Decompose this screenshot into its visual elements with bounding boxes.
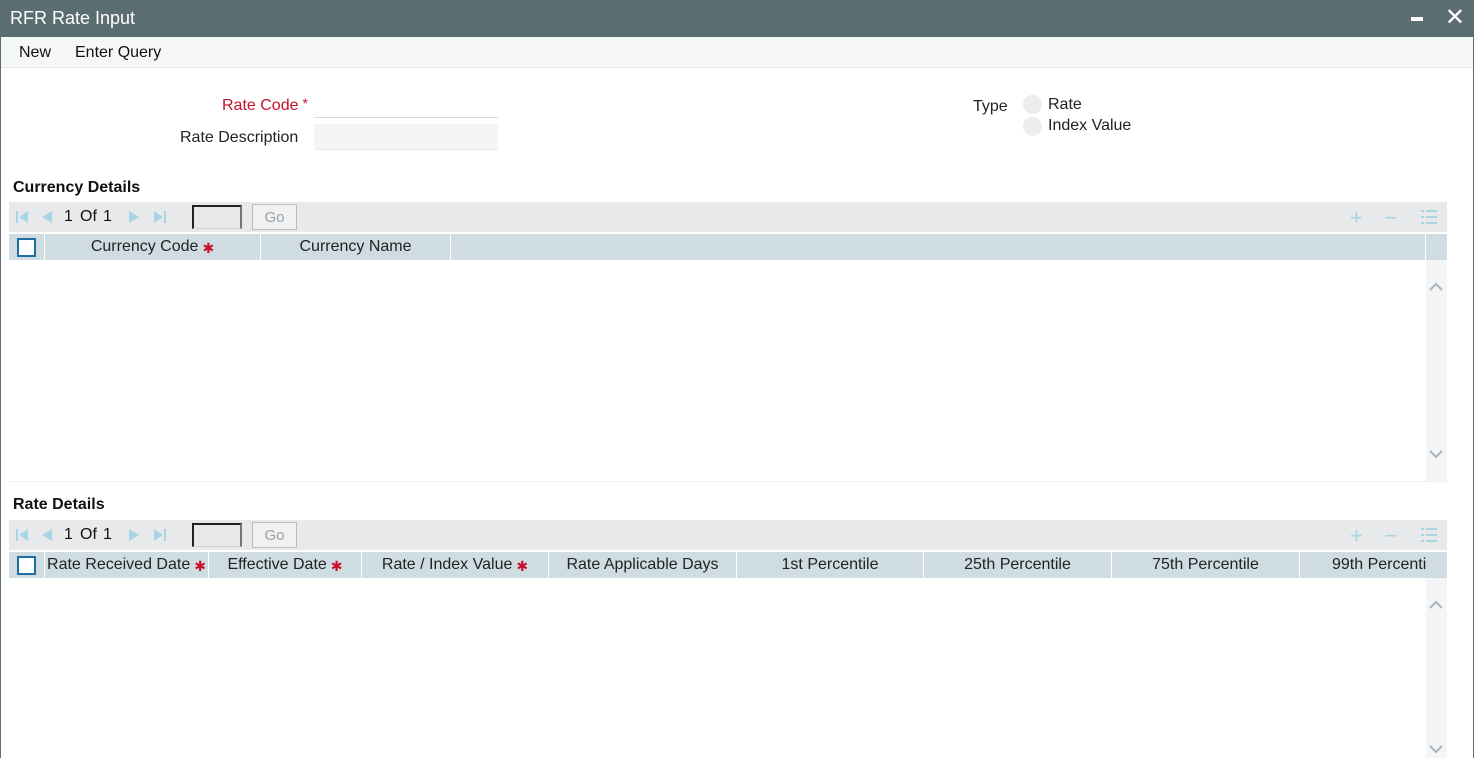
required-mark: ✱ (202, 239, 215, 256)
rate-code-input[interactable] (314, 92, 498, 118)
next-page-icon[interactable] (127, 528, 141, 542)
rate-code-label: Rate Code * (222, 95, 308, 114)
total-pages: 1 (103, 208, 112, 225)
rate-description-label: Rate Description (180, 129, 299, 146)
last-page-icon[interactable] (153, 528, 167, 542)
scroll-up-icon[interactable] (1429, 280, 1443, 294)
scrollbar[interactable] (1426, 260, 1447, 481)
enter-query-button[interactable]: Enter Query (75, 44, 161, 62)
page-number-input[interactable] (192, 523, 242, 547)
column-header[interactable]: Currency Name (261, 234, 451, 260)
add-row-icon[interactable]: + (1350, 205, 1363, 231)
rfr-rate-input-window: RFR Rate Input ✕ New Enter Query Rate Co… (0, 0, 1474, 758)
rate-grid-header: Rate Received Date ✱ Effective Date ✱ Rate… (9, 552, 1447, 578)
currency-details-title: Currency Details (13, 179, 141, 196)
close-icon[interactable]: ✕ (1445, 4, 1465, 32)
column-header[interactable]: Rate / Index Value ✱ (362, 552, 549, 578)
new-button[interactable]: New (19, 44, 51, 62)
previous-page-icon[interactable] (40, 528, 54, 542)
current-page: 1 (64, 526, 73, 543)
select-all-cell (9, 234, 45, 260)
first-page-icon[interactable] (15, 210, 29, 224)
previous-page-icon[interactable] (40, 210, 54, 224)
currency-grid-header: Currency Code ✱ Currency Name (9, 234, 1447, 260)
rate-details-title: Rate Details (13, 496, 105, 513)
window-title: RFR Rate Input (10, 8, 136, 28)
column-header[interactable]: 25th Percentile (924, 552, 1112, 578)
first-page-icon[interactable] (15, 528, 29, 542)
column-header[interactable]: 1st Percentile (737, 552, 924, 578)
next-page-icon[interactable] (127, 210, 141, 224)
currency-grid-body (9, 260, 1447, 482)
add-row-icon[interactable]: + (1350, 523, 1363, 549)
total-pages: 1 (103, 526, 112, 543)
select-all-cell (9, 552, 45, 578)
delete-row-icon[interactable]: − (1384, 523, 1397, 549)
column-header[interactable]: Rate Received Date ✱ (45, 552, 209, 578)
minimize-icon[interactable] (1411, 17, 1423, 21)
go-button[interactable]: Go (252, 522, 297, 548)
delete-row-icon[interactable]: − (1384, 205, 1397, 231)
title-bar: RFR Rate Input ✕ (1, 0, 1473, 37)
column-header[interactable]: 75th Percentile (1112, 552, 1300, 578)
list-view-icon[interactable] (1421, 209, 1437, 225)
type-index-value-radio[interactable] (1023, 117, 1042, 136)
rate-grid-body (9, 578, 1447, 758)
last-page-icon[interactable] (153, 210, 167, 224)
current-page: 1 (64, 208, 73, 225)
scroll-down-icon[interactable] (1429, 742, 1443, 756)
select-all-checkbox[interactable] (17, 238, 36, 257)
rate-pager: 1 Of 1 Go + − (9, 520, 1447, 550)
list-view-icon[interactable] (1421, 527, 1437, 543)
column-header-spacer (451, 234, 1426, 260)
scroll-up-icon[interactable] (1429, 598, 1443, 612)
required-mark: ✱ (516, 557, 529, 574)
type-rate-label: Rate (1048, 96, 1082, 113)
rate-description-input[interactable] (314, 124, 498, 150)
currency-pager: 1 Of 1 Go + − (9, 202, 1447, 232)
toolbar: New Enter Query (1, 37, 1473, 68)
column-header[interactable]: Currency Code ✱ (45, 234, 261, 260)
required-mark: * (302, 95, 308, 111)
type-label: Type (973, 98, 1008, 115)
page-number-input[interactable] (192, 205, 242, 229)
required-mark: ✱ (330, 557, 343, 574)
scrollbar[interactable] (1426, 578, 1447, 758)
select-all-checkbox[interactable] (17, 556, 36, 575)
required-mark: ✱ (194, 557, 206, 574)
type-rate-radio[interactable] (1023, 95, 1042, 114)
column-header[interactable]: 99th Percenti (1300, 552, 1447, 578)
column-header[interactable]: Rate Applicable Days (549, 552, 737, 578)
column-header[interactable]: Effective Date ✱ (209, 552, 362, 578)
of-label: Of (80, 208, 97, 225)
go-button[interactable]: Go (252, 204, 297, 230)
of-label: Of (80, 526, 97, 543)
scroll-down-icon[interactable] (1429, 447, 1443, 461)
type-index-value-label: Index Value (1048, 117, 1132, 134)
